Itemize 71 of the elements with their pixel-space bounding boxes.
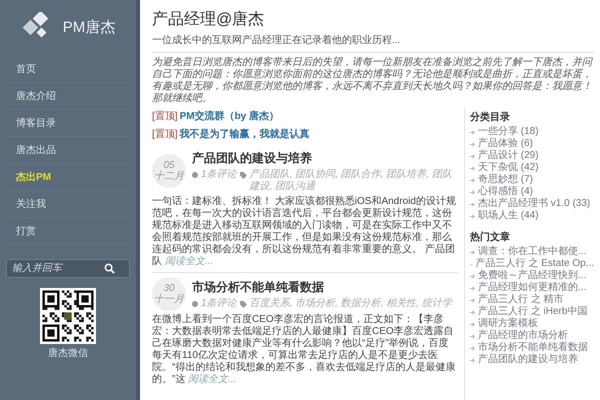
category-link[interactable]: 职场人生 (44) bbox=[478, 210, 539, 222]
arrow-icon bbox=[470, 214, 475, 218]
date-badge: 30 十一月 bbox=[152, 277, 186, 311]
qr-caption: 唐杰微信 bbox=[48, 346, 88, 360]
arrow-icon bbox=[470, 298, 475, 302]
post-tags: 产品团队, 团队协同, 团队合作, 团队培养, 团队建设, 团队沟通 bbox=[250, 169, 458, 193]
post-title[interactable]: 产品团队的建设与培养 bbox=[192, 151, 312, 165]
arrow-icon bbox=[470, 322, 475, 326]
pinned-post-link[interactable]: PM交流群（by 唐杰） bbox=[180, 111, 280, 122]
arrow-icon bbox=[470, 190, 475, 194]
article-link[interactable]: 调研方案模板 bbox=[478, 318, 538, 330]
tag-icon bbox=[240, 301, 247, 308]
nav-link[interactable]: 唐杰出品 bbox=[8, 137, 128, 164]
category-link[interactable]: 心得感悟 (4) bbox=[478, 186, 533, 198]
arrow-icon bbox=[470, 130, 475, 134]
date-badge: 05 十二月 bbox=[152, 154, 186, 188]
article-link[interactable]: 产品经理的市场分析 bbox=[478, 330, 568, 342]
article-link[interactable]: 产品三人行 之 精市 bbox=[478, 294, 564, 306]
arrow-icon bbox=[470, 346, 475, 350]
site-subtitle: 一位成长中的互联网产品经理正在记录着他的职业历程... bbox=[152, 34, 402, 47]
pinned-tag: [置顶] bbox=[152, 129, 178, 140]
article-link[interactable]: 市场分析不能单纯看数据 bbox=[478, 342, 588, 354]
nav-link[interactable]: 首页 bbox=[8, 56, 128, 83]
nav-link[interactable]: 唐杰介绍 bbox=[8, 83, 128, 110]
search-icon[interactable] bbox=[104, 263, 115, 274]
post-title[interactable]: 市场分析不能单纯看数据 bbox=[192, 280, 324, 294]
qr-code-drawing bbox=[40, 288, 96, 344]
intro-text: 为避免昔日浏览唐杰的博客带来日后的失望，请每一位新朋友在准备浏览之前先了解一下唐杰，并问自己下面的问题：你愿意浏览你面前的这位唐杰的博客吗？无论他是顺利或是曲折，正直或是坏蛋，有趣或是无聊，你都愿意浏览他的博客，永远不离不弃直到天长地久吗？如果你的回答是：我愿意！那就继续吧。 bbox=[152, 57, 594, 105]
category-link[interactable]: 产品设计 (29) bbox=[478, 150, 539, 162]
nav-link[interactable]: 打赏 bbox=[8, 218, 128, 245]
arrow-icon bbox=[470, 202, 475, 206]
read-more-link[interactable]: 阅读全文... bbox=[188, 374, 236, 385]
category-link[interactable]: 奇思妙想 (7) bbox=[478, 174, 533, 186]
category-link[interactable]: 产品体验 (6) bbox=[478, 138, 533, 150]
arrow-icon bbox=[470, 274, 475, 278]
widget-title: 热门文章 bbox=[470, 230, 511, 244]
arrow-icon bbox=[470, 358, 475, 362]
nav-link[interactable]: 关注我 bbox=[8, 191, 128, 218]
arrow-icon bbox=[470, 310, 475, 314]
read-more-link[interactable]: 阅读全文... bbox=[164, 256, 214, 267]
arrow-icon bbox=[470, 286, 475, 290]
category-link[interactable]: 杰出产品经理书 v1.0 (33) bbox=[478, 198, 590, 210]
article-link[interactable]: 免费啦～产品经理快到... bbox=[478, 270, 586, 282]
tag-icon bbox=[240, 172, 247, 179]
comment-count[interactable]: 1条评论 bbox=[201, 298, 237, 310]
comment-dot-icon bbox=[192, 301, 198, 307]
site-title: 产品经理@唐杰 bbox=[152, 10, 266, 30]
nav-link[interactable]: 杰出PM bbox=[8, 164, 128, 191]
arrow-icon bbox=[470, 334, 475, 338]
article-link[interactable]: 调查：你在工作中都使... bbox=[478, 246, 586, 258]
category-link[interactable]: 一些分享 (18) bbox=[478, 126, 539, 138]
category-link[interactable]: 天下杂侃 (42) bbox=[478, 162, 539, 174]
pinned-tag: [置顶] bbox=[152, 111, 178, 122]
comment-dot-icon bbox=[192, 172, 198, 178]
post-excerpt: 在微博上看到一个百度CEO李彦宏的言论报道，正文如下：【李彦宏：大数据表明常去低端足疗店的人最健康】百度CEO李彦宏透露自己在琢磨大数据对健康产业等有什么影响？他以“足疗”举例说，百度每天有110亿次定位请求，可算出常去足疗店的人是不是更少去医院。“得出的结论和我想象的差不多，喜欢去低端足疗店的人是最健康的。”这 阅读全文... bbox=[152, 314, 456, 386]
article-link[interactable]: 产品三人行 之 Estate Op... bbox=[476, 258, 594, 270]
article-link[interactable]: 产品经理如何更精准的... bbox=[478, 282, 586, 294]
logo-text: PM唐杰 bbox=[62, 18, 116, 36]
widget-title: 分类目录 bbox=[470, 110, 511, 124]
arrow-icon bbox=[470, 142, 475, 146]
post-excerpt: 一句话：建标准、拆标准！ 大家应该都很熟悉iOS和Android的设计规范吧，在每一次大的设计语言迭代后，平台都会更新设计规范，这份规范标准是进入移动互联网领域的入门读物，可是在实际工作中又不会照着规范按部就班的开展工作，但是如果没有这份规范标准，那么连起码的常识都会没有，所以这份规范有着非常重要的意义。 产品团队 阅读全文... bbox=[152, 196, 457, 268]
post-tags: 百度关系, 市场分析, 数据分析, 相关性, 统计学 bbox=[250, 298, 452, 310]
arrow-icon bbox=[470, 166, 475, 170]
arrow-icon bbox=[470, 250, 475, 254]
article-link[interactable]: 产品三人行 之 iHerb中国 bbox=[478, 306, 588, 318]
arrow-icon bbox=[470, 178, 475, 182]
arrow-icon bbox=[470, 154, 475, 158]
comment-count[interactable]: 1条评论 bbox=[201, 169, 237, 181]
article-link[interactable]: 产品团队的建设与培养 bbox=[478, 354, 578, 366]
nav-link[interactable]: 博客目录 bbox=[8, 110, 128, 137]
pinned-post-link[interactable]: 我不是为了输赢，我就是认真 bbox=[180, 129, 310, 140]
